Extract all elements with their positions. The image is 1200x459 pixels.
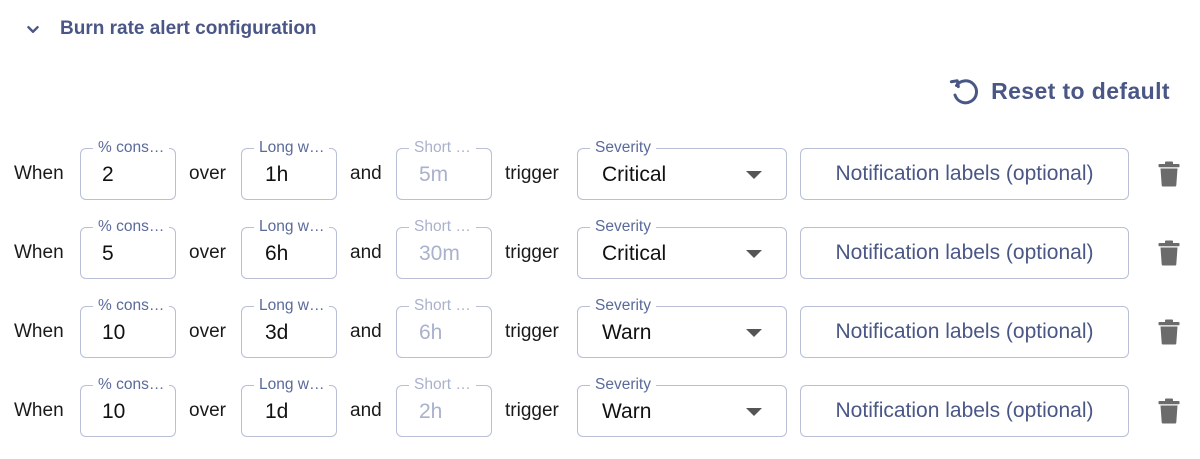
dropdown-caret-icon (746, 171, 762, 179)
long-window-value: 3d (265, 321, 289, 344)
long-window-value: 1d (265, 400, 289, 423)
alert-rule-row: When % cons… 10 over Long w… 1d and Shor… (0, 374, 1200, 437)
over-label: over (189, 321, 226, 342)
notification-labels-input[interactable]: Notification labels (optional) (800, 148, 1129, 200)
severity-select[interactable]: Severity Warn (577, 295, 787, 358)
long-window-field[interactable]: Long w… 1d (241, 374, 337, 437)
short-window-value: 30m (419, 242, 460, 265)
dropdown-caret-icon (746, 408, 762, 416)
short-window-field: Short … 30m (396, 216, 492, 279)
severity-value: Critical (602, 242, 667, 265)
short-window-value: 6h (419, 321, 443, 344)
and-label: and (350, 400, 382, 421)
section-title: Burn rate alert configuration (60, 18, 317, 39)
percent-consumed-field[interactable]: % cons… 10 (80, 295, 176, 358)
percent-consumed-field[interactable]: % cons… 2 (80, 137, 176, 200)
and-label: and (350, 163, 382, 184)
when-label: When (14, 321, 64, 342)
percent-consumed-field[interactable]: % cons… 5 (80, 216, 176, 279)
severity-select[interactable]: Severity Critical (577, 137, 787, 200)
percent-consumed-value: 10 (102, 321, 126, 344)
notification-labels-input[interactable]: Notification labels (optional) (800, 385, 1129, 437)
when-label: When (14, 400, 64, 421)
long-window-value: 6h (265, 242, 289, 265)
long-window-field[interactable]: Long w… 1h (241, 137, 337, 200)
reset-label: Reset to default (991, 77, 1170, 104)
when-label: When (14, 242, 64, 263)
severity-value: Warn (602, 400, 652, 423)
long-window-field[interactable]: Long w… 6h (241, 216, 337, 279)
and-label: and (350, 242, 382, 263)
notification-labels-input[interactable]: Notification labels (optional) (800, 306, 1129, 358)
trash-icon[interactable] (1157, 240, 1181, 266)
trash-icon[interactable] (1157, 398, 1181, 424)
alert-rule-row: When % cons… 2 over Long w… 1h and Short… (0, 137, 1200, 200)
alert-rule-row: When % cons… 5 over Long w… 6h and Short… (0, 216, 1200, 279)
short-window-value: 5m (419, 163, 449, 186)
severity-select[interactable]: Severity Warn (577, 374, 787, 437)
severity-value: Warn (602, 321, 652, 344)
dropdown-caret-icon (746, 329, 762, 337)
percent-consumed-value: 5 (102, 242, 114, 265)
long-window-field[interactable]: Long w… 3d (241, 295, 337, 358)
when-label: When (14, 163, 64, 184)
short-window-value: 2h (419, 400, 443, 423)
dropdown-caret-icon (746, 250, 762, 258)
trigger-label: trigger (505, 242, 559, 263)
percent-consumed-value: 2 (102, 163, 114, 186)
reset-to-default-button[interactable]: Reset to default (947, 72, 1170, 110)
trash-icon[interactable] (1157, 161, 1181, 187)
trash-icon[interactable] (1157, 319, 1181, 345)
reset-icon (947, 73, 983, 109)
trigger-label: trigger (505, 400, 559, 421)
notification-labels-input[interactable]: Notification labels (optional) (800, 227, 1129, 279)
over-label: over (189, 242, 226, 263)
over-label: over (189, 400, 226, 421)
alert-rule-row: When % cons… 10 over Long w… 3d and Shor… (0, 295, 1200, 358)
and-label: and (350, 321, 382, 342)
trigger-label: trigger (505, 163, 559, 184)
long-window-value: 1h (265, 163, 289, 186)
severity-value: Critical (602, 163, 667, 186)
section-header[interactable]: Burn rate alert configuration (22, 12, 317, 46)
over-label: over (189, 163, 226, 184)
short-window-field: Short … 6h (396, 295, 492, 358)
percent-consumed-value: 10 (102, 400, 126, 423)
short-window-field: Short … 5m (396, 137, 492, 200)
short-window-field: Short … 2h (396, 374, 492, 437)
percent-consumed-field[interactable]: % cons… 10 (80, 374, 176, 437)
trigger-label: trigger (505, 321, 559, 342)
chevron-down-icon (22, 18, 44, 40)
severity-select[interactable]: Severity Critical (577, 216, 787, 279)
